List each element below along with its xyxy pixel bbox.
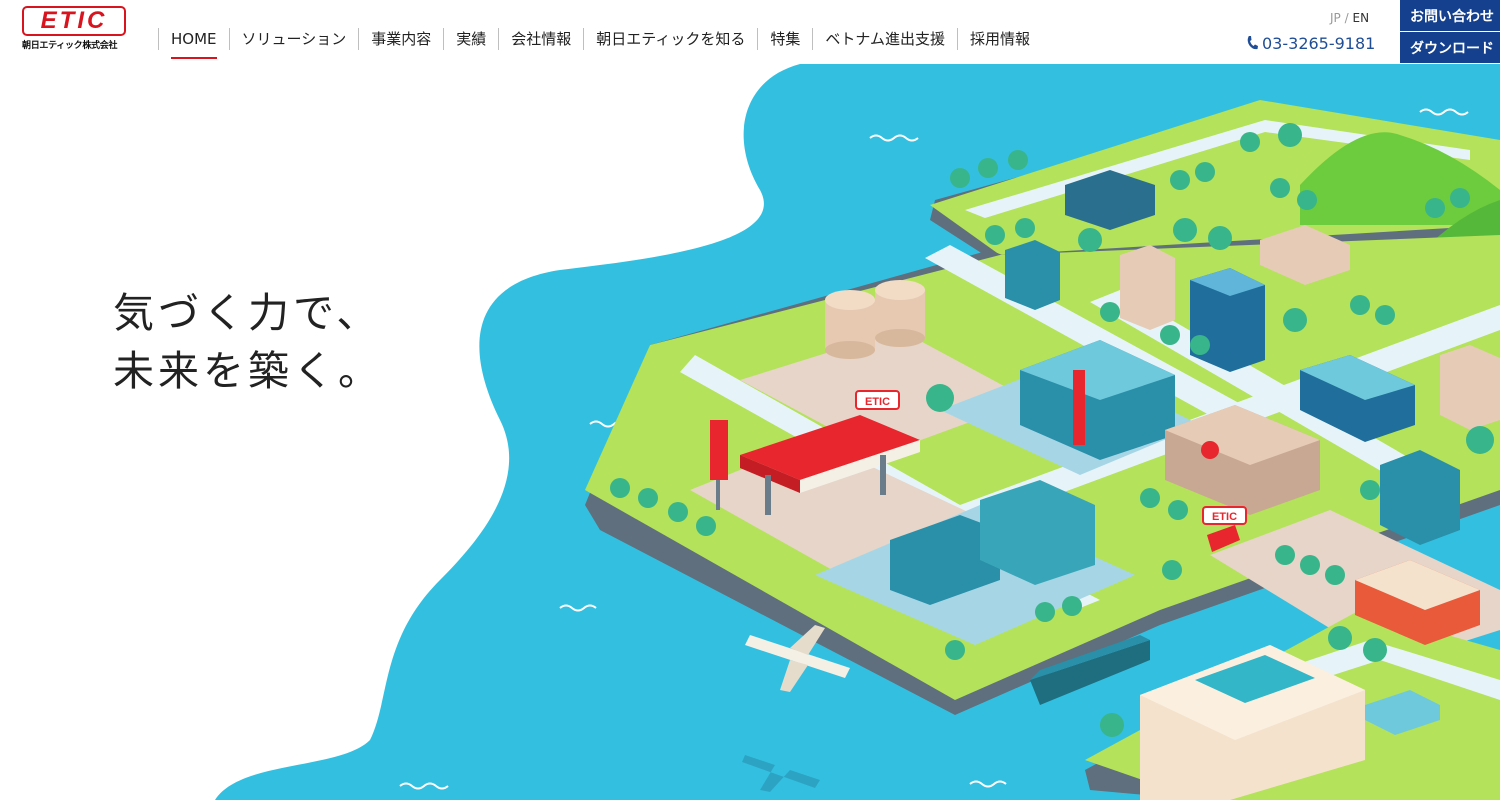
- global-nav: HOME ソリューション 事業内容 実績 会社情報 朝日エティックを知る 特集 …: [158, 28, 1042, 59]
- city-illustration: ETIC ETIC: [215, 64, 1500, 800]
- lang-separator: /: [1344, 11, 1349, 25]
- etic-truck-label: ETIC: [1212, 511, 1237, 523]
- tagline-line-1: 気づく力で、: [113, 289, 382, 337]
- lang-jp[interactable]: JP: [1330, 11, 1341, 25]
- etic-sign-label: ETIC: [865, 396, 890, 408]
- nav-company[interactable]: 会社情報: [498, 28, 583, 50]
- phone-link[interactable]: 03-3265-9181: [1246, 34, 1375, 53]
- hero-tagline: 気づく力で、 未来を築く。: [113, 284, 383, 400]
- tagline-line-2: 未来を築く。: [113, 347, 383, 395]
- logo-company-name: 朝日エティック株式会社: [22, 41, 118, 51]
- nav-vietnam[interactable]: ベトナム進出支援: [812, 28, 957, 50]
- lang-en[interactable]: EN: [1352, 11, 1369, 25]
- company-logo[interactable]: ETIC 朝日エティック株式会社: [22, 6, 128, 54]
- phone-number: 03-3265-9181: [1262, 34, 1376, 53]
- nav-about[interactable]: 朝日エティックを知る: [583, 28, 757, 50]
- nav-feature[interactable]: 特集: [757, 28, 812, 50]
- site-header: ETIC 朝日エティック株式会社 HOME ソリューション 事業内容 実績 会社…: [0, 0, 1500, 64]
- nav-results[interactable]: 実績: [443, 28, 498, 50]
- language-switch: JP / EN: [1330, 11, 1369, 25]
- nav-recruit[interactable]: 採用情報: [956, 28, 1042, 50]
- nav-business[interactable]: 事業内容: [358, 28, 443, 50]
- download-button[interactable]: ダウンロード: [1400, 32, 1500, 63]
- contact-button[interactable]: お問い合わせ: [1400, 0, 1500, 31]
- phone-icon: [1247, 36, 1258, 50]
- etic-sign: ETIC: [855, 390, 900, 410]
- logo-mark: ETIC: [22, 6, 126, 36]
- nav-solution[interactable]: ソリューション: [228, 28, 359, 50]
- nav-home[interactable]: HOME: [158, 28, 229, 59]
